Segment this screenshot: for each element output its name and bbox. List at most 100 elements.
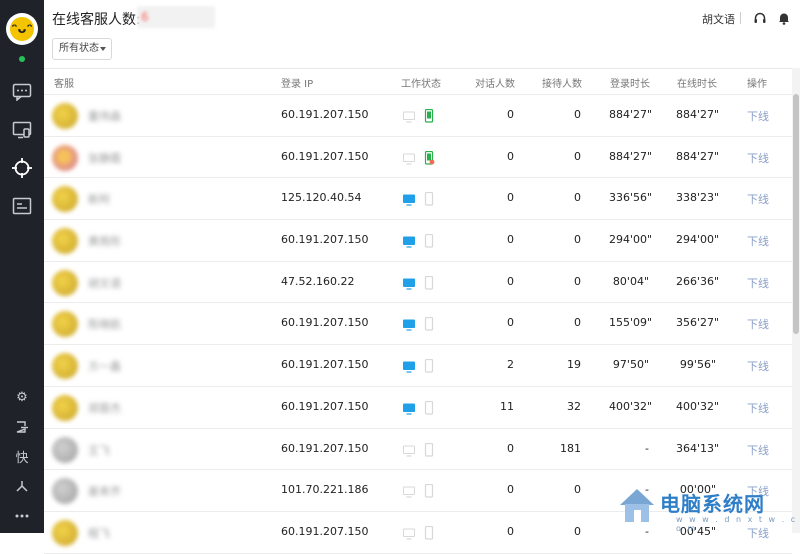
pc-status-icon [403,150,415,165]
online-duration: 356'27" [676,316,720,330]
online-status-dot [19,56,25,62]
avatar [52,394,78,421]
offline-link[interactable]: 下线 [747,275,769,291]
watermark-url: w w w . d n x t w . c o m [676,515,798,533]
online-duration: 338'23" [676,191,720,205]
chat-count: 0 [507,149,514,163]
shortcut-icon[interactable]: 快 [13,447,31,466]
status-filter-select[interactable]: 所有状态 [52,38,112,60]
target-icon[interactable] [11,157,33,179]
column-header: 对话人数 [475,79,515,90]
avatar [52,103,78,129]
agent-name: 陈晓航 [88,318,121,332]
card-icon[interactable] [11,195,33,217]
online-duration: 884'27" [676,149,720,163]
login-ip: 60.191.207.150 [281,524,369,538]
more-icon[interactable] [13,507,31,525]
scroll-thumb[interactable] [793,94,799,334]
offline-link[interactable]: 下线 [747,316,769,332]
scrollbar[interactable] [792,68,800,533]
pc-status-icon [403,233,415,248]
login-duration: 400'32" [609,399,653,413]
online-duration: 400'32" [676,399,720,413]
login-ip: 60.191.207.150 [281,316,369,330]
pc-status-icon [403,275,415,290]
page-title: 在线客服人数: [52,12,141,28]
table-header: 客服 登录 IP 工作状态 对话人数 接待人数 登录时长 在线时长 操作 [44,68,792,95]
bell-icon[interactable] [777,10,791,25]
online-duration: 99'56" [679,358,716,372]
exit-icon[interactable] [13,418,31,436]
served-count: 0 [574,233,581,247]
online-duration: 884'27" [676,108,720,121]
table-row: 新阿 125.120.40.54 0 0 336'56" 338'23" 下线 [44,178,792,221]
served-count: 0 [574,274,581,288]
chat-count: 11 [500,399,514,413]
avatar [52,436,78,463]
agent-name: 黄雨彤 [88,235,121,249]
login-ip: 60.191.207.150 [281,399,369,413]
chat-count: 0 [507,316,514,330]
mobile-status-icon [423,191,435,206]
headset-icon[interactable] [753,10,767,24]
chat-icon[interactable] [11,81,33,103]
agent-name: 方一鑫 [88,360,121,374]
chat-count: 0 [507,274,514,288]
agent-name: 郑蓉杰 [88,401,121,415]
offline-link[interactable]: 下线 [747,400,769,416]
avatar [52,353,78,380]
chat-count: 0 [507,108,514,121]
table-row: 郑蓉杰 60.191.207.150 11 32 400'32" 400'32" 下线 [44,387,792,429]
agent-name: 董伟森 [88,110,121,123]
branch-icon[interactable] [13,477,31,495]
offline-link[interactable]: 下线 [747,191,769,207]
avatar [52,144,78,171]
served-count: 32 [567,399,581,413]
served-count: 0 [574,483,581,497]
agent-name: 新阿 [88,193,110,207]
served-count: 19 [567,358,581,372]
login-duration: - [645,441,649,455]
pc-status-icon [403,400,415,415]
current-user-name[interactable]: 胡文语 [702,11,735,27]
offline-link[interactable]: 下线 [747,108,769,124]
login-ip: 60.191.207.150 [281,233,369,247]
top-bar: 在线客服人数: 6 所有状态 胡文语 [44,0,800,69]
shortcut-label: 快 [15,450,29,466]
chat-count: 2 [507,358,514,372]
column-header: 接待人数 [542,79,582,90]
agent-table: 客服 登录 IP 工作状态 对话人数 接待人数 登录时长 在线时长 操作 董伟森… [44,68,792,554]
column-header: 客服 [54,79,74,90]
avatar [52,228,78,255]
served-count: 181 [560,441,581,455]
mobile-status-icon [423,275,435,290]
offline-link[interactable]: 下线 [747,233,769,249]
offline-link[interactable]: 下线 [747,442,769,458]
monitor-icon[interactable] [11,119,33,141]
table-row: 方一鑫 60.191.207.150 2 19 97'50" 99'56" 下线 [44,345,792,387]
login-ip: 60.191.207.150 [281,358,369,372]
chevron-down-icon [100,47,106,51]
mobile-status-icon [423,358,435,373]
table-row: 董伟森 60.191.207.150 0 0 884'27" 884'27" 下线 [44,95,792,137]
table-row: 陈晓航 60.191.207.150 0 0 155'09" 356'27" 下线 [44,303,792,346]
house-logo-icon [620,489,654,522]
smiley-logo-icon[interactable]: ᵔᴗᵔ [6,13,38,45]
login-ip: 60.191.207.150 [281,108,369,121]
agent-name: 胡文语 [88,276,121,290]
login-duration: 80'04" [612,274,649,288]
offline-link[interactable]: 下线 [747,150,769,166]
gear-icon[interactable]: ⚙ [13,388,31,406]
online-duration: 266'36" [676,274,720,288]
offline-link[interactable]: 下线 [747,358,769,374]
online-duration: 294'00" [676,233,720,247]
column-header: 登录 IP [281,79,314,90]
served-count: 0 [574,191,581,205]
divider [740,12,741,24]
pc-status-icon [403,316,415,332]
mobile-status-icon [423,108,435,123]
login-duration: 294'00" [609,233,653,247]
table-row: 张静霞 60.191.207.150 0 0 884'27" 884'27" 下线 [44,137,792,179]
watermark: 电脑系统网 w w w . d n x t w . c o m [616,483,800,533]
column-header: 在线时长 [677,79,717,90]
